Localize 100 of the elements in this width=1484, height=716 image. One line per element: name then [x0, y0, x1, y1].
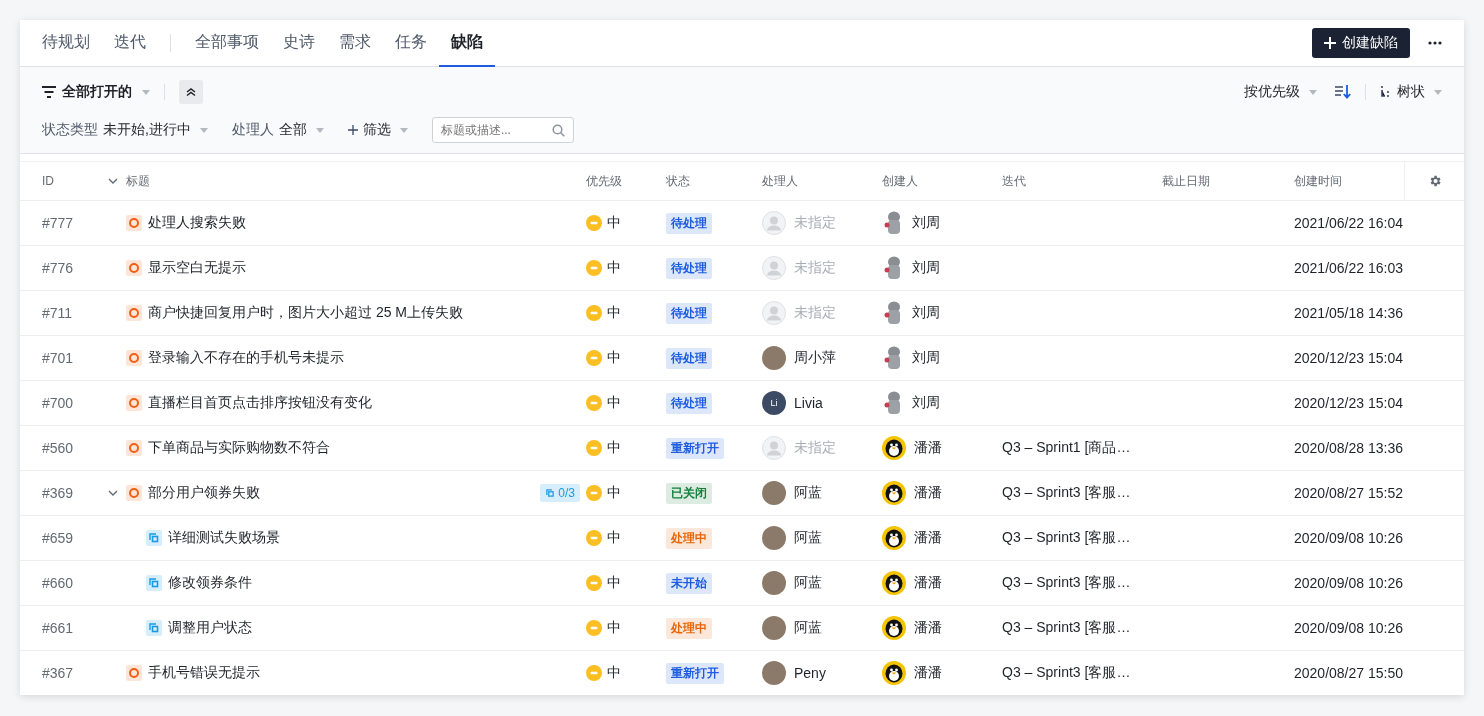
priority-medium-icon — [586, 665, 602, 681]
created-time: 2021/05/18 14:36 — [1294, 305, 1403, 321]
search-field[interactable]: 标题或描述... — [431, 117, 574, 143]
plus-icon — [347, 125, 358, 135]
column-header: 迭代 — [1002, 172, 1027, 190]
add-filter-button[interactable]: 筛选 — [347, 121, 408, 139]
nav-tab[interactable]: 史诗 — [271, 20, 327, 67]
create-bug-button[interactable]: 创建缺陷 — [1312, 28, 1410, 58]
issue-id[interactable]: #661 — [42, 620, 108, 636]
bug-type-icon — [126, 260, 142, 276]
created-time: 2020/09/08 10:26 — [1294, 575, 1403, 591]
issue-id[interactable]: #701 — [42, 350, 108, 366]
issue-title[interactable]: 直播栏目首页点击排序按钮没有变化 — [148, 394, 580, 412]
status-tag[interactable]: 重新打开 — [666, 437, 724, 459]
assignee-name: 周小萍 — [794, 349, 836, 367]
sort-descending-icon[interactable] — [1335, 85, 1351, 99]
tree-icon — [1380, 86, 1392, 98]
creator-name: 刘周 — [912, 304, 940, 322]
status-tag[interactable]: 已关闭 — [666, 482, 712, 504]
avatar-photo-placeholder — [762, 346, 786, 370]
creator-name: 潘潘 — [914, 664, 942, 682]
filter-dropdown[interactable]: 状态类型 未开始,进行中 — [42, 121, 208, 139]
issue-id[interactable]: #777 — [42, 215, 108, 231]
iteration-name[interactable]: Q3 – Sprint3 [客服… — [1002, 619, 1131, 637]
status-tag[interactable]: 待处理 — [666, 392, 712, 414]
avatar-photo-placeholder — [762, 661, 786, 685]
iteration-name[interactable]: Q3 – Sprint3 [客服… — [1002, 529, 1131, 547]
filter-dropdown[interactable]: 处理人 全部 — [231, 121, 324, 139]
avatar-photo-placeholder — [762, 616, 786, 640]
view-dropdown[interactable]: 全部打开的 — [42, 83, 150, 101]
collapse-button[interactable] — [179, 80, 203, 104]
status-tag[interactable]: 待处理 — [666, 257, 712, 279]
issue-id[interactable]: #560 — [42, 440, 108, 456]
user-placeholder-icon — [762, 301, 786, 325]
column-header: 标题 — [126, 172, 151, 190]
layout-dropdown[interactable]: 树状 — [1380, 83, 1442, 101]
issue-id[interactable]: #369 — [42, 485, 108, 501]
penguin-avatar-icon — [882, 526, 906, 550]
status-tag[interactable]: 重新打开 — [666, 662, 724, 684]
penguin-avatar-icon — [882, 571, 906, 595]
penguin-avatar-icon — [882, 661, 906, 685]
status-tag[interactable]: 待处理 — [666, 302, 712, 324]
status-tag[interactable]: 未开始 — [666, 572, 712, 594]
nav-tab[interactable]: 需求 — [327, 20, 383, 67]
subtask-type-icon — [146, 530, 162, 546]
issue-id[interactable]: #660 — [42, 575, 108, 591]
chevron-down-icon[interactable] — [108, 178, 118, 184]
issue-title[interactable]: 处理人搜索失败 — [148, 214, 580, 232]
issue-title[interactable]: 部分用户领券失败 — [148, 484, 535, 502]
nav-tab[interactable]: 待规划 — [42, 20, 102, 67]
creator-name: 潘潘 — [914, 529, 942, 547]
subtask-icon — [545, 488, 556, 498]
nav-tab[interactable]: 全部事项 — [183, 20, 271, 67]
creator-name: 潘潘 — [914, 574, 942, 592]
issue-title[interactable]: 手机号错误无提示 — [148, 664, 580, 682]
double-chevron-up-icon — [186, 87, 196, 97]
created-time: 2020/09/08 10:26 — [1294, 530, 1403, 546]
issue-title[interactable]: 登录输入不存在的手机号未提示 — [148, 349, 580, 367]
created-time: 2020/12/23 15:04 — [1294, 350, 1403, 366]
column-header: ID — [42, 174, 55, 188]
filter-icon — [42, 86, 56, 98]
issue-title[interactable]: 调整用户状态 — [168, 619, 580, 637]
column-header: 优先级 — [586, 172, 623, 190]
column-header: 处理人 — [762, 172, 799, 190]
iteration-name[interactable]: Q3 – Sprint3 [客服… — [1002, 664, 1131, 682]
issue-title[interactable]: 修改领券条件 — [168, 574, 580, 592]
status-tag[interactable]: 待处理 — [666, 347, 712, 369]
issue-id[interactable]: #659 — [42, 530, 108, 546]
assignee-name: 未指定 — [794, 214, 836, 232]
sort-dropdown[interactable]: 按优先级 — [1244, 83, 1317, 101]
issue-id[interactable]: #367 — [42, 665, 108, 681]
subtask-type-icon — [146, 575, 162, 591]
assignee-name: 未指定 — [794, 439, 836, 457]
nav-tab[interactable]: 迭代 — [102, 20, 158, 67]
assignee-name: Peny — [794, 665, 826, 681]
issue-title[interactable]: 商户快捷回复用户时，图片大小超过 25 M上传失败 — [148, 304, 580, 322]
issue-title[interactable]: 显示空白无提示 — [148, 259, 580, 277]
status-tag[interactable]: 待处理 — [666, 212, 712, 234]
issue-title[interactable]: 详细测试失败场景 — [168, 529, 580, 547]
iteration-name[interactable]: Q3 – Sprint1 [商品… — [1002, 439, 1131, 457]
priority-medium-icon — [586, 260, 602, 276]
more-icon[interactable] — [1428, 41, 1442, 45]
priority-medium-icon — [586, 440, 602, 456]
priority-medium-icon — [586, 350, 602, 366]
priority-medium-icon — [586, 485, 602, 501]
issue-title[interactable]: 下单商品与实际购物数不符合 — [148, 439, 580, 457]
bug-type-icon — [126, 305, 142, 321]
priority-medium-icon — [586, 575, 602, 591]
iteration-name[interactable]: Q3 – Sprint3 [客服… — [1002, 484, 1131, 502]
issue-id[interactable]: #700 — [42, 395, 108, 411]
issue-id[interactable]: #776 — [42, 260, 108, 276]
nav-tab[interactable]: 任务 — [383, 20, 439, 67]
created-time: 2020/08/27 15:52 — [1294, 485, 1403, 501]
assignee-name: Livia — [794, 395, 823, 411]
bug-type-icon — [126, 215, 142, 231]
user-placeholder-icon — [762, 436, 786, 460]
iteration-name[interactable]: Q3 – Sprint3 [客服… — [1002, 574, 1131, 592]
issue-id[interactable]: #711 — [42, 305, 108, 321]
assignee-name: 阿蓝 — [794, 529, 822, 547]
chevron-down-icon[interactable] — [108, 490, 118, 496]
